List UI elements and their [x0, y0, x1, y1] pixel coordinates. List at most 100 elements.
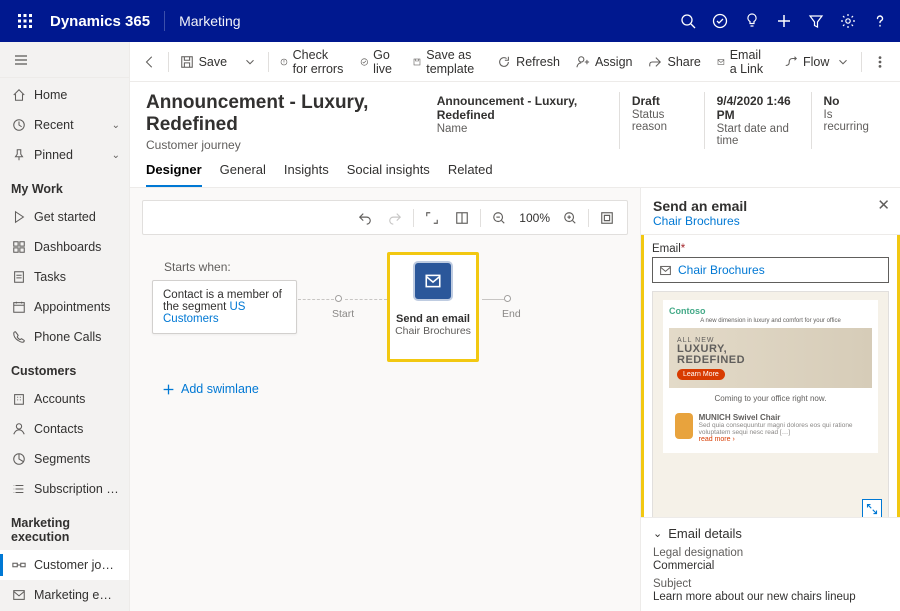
overflow-button[interactable]: [866, 47, 894, 77]
brand-label: Dynamics 365: [50, 13, 150, 30]
sidebar-item-phonecalls[interactable]: Phone Calls: [0, 322, 129, 352]
cmd-label: Save: [199, 55, 228, 69]
subject-label: Subject: [653, 578, 888, 590]
person-icon: [11, 422, 26, 436]
tab-designer[interactable]: Designer: [146, 162, 202, 187]
help-icon[interactable]: [864, 0, 896, 42]
preview-expand-button[interactable]: [862, 499, 882, 517]
tab-general[interactable]: General: [220, 162, 266, 187]
minimap-button[interactable]: [448, 204, 476, 232]
email-lookup-value: Chair Brochures: [678, 263, 765, 277]
task-list-icon: [11, 270, 26, 284]
journey-canvas[interactable]: Starts when: Contact is a member of the …: [142, 252, 628, 272]
sidebar-item-pinned[interactable]: Pinned⌄: [0, 140, 129, 170]
subject-value: Learn more about our new chairs lineup: [653, 591, 888, 603]
fullscreen-button[interactable]: [418, 204, 446, 232]
redo-button[interactable]: [381, 204, 409, 232]
sidebar-item-label: Phone Calls: [34, 330, 120, 344]
global-topbar: Dynamics 365 Marketing: [0, 0, 900, 42]
sitemap-sidebar: Home Recent⌄ Pinned⌄ My Work Get started…: [0, 42, 130, 611]
fit-button[interactable]: [593, 204, 621, 232]
close-icon[interactable]: ✕: [877, 196, 890, 214]
sidebar-item-label: Accounts: [34, 392, 120, 406]
cmd-label: Check for errors: [293, 48, 344, 76]
sidebar-item-sublists[interactable]: Subscription lists: [0, 474, 129, 504]
start-node[interactable]: [335, 295, 342, 302]
email-link-button[interactable]: Email a Link: [710, 47, 775, 77]
zoom-out-button[interactable]: [485, 204, 513, 232]
gear-icon[interactable]: [832, 0, 864, 42]
filter-icon[interactable]: [800, 0, 832, 42]
preview-cta: Learn More: [677, 369, 725, 380]
sidebar-item-journeys[interactable]: Customer journeys: [0, 550, 129, 580]
connector: [482, 299, 504, 300]
email-lookup-input[interactable]: Chair Brochures: [652, 257, 889, 283]
sidebar-item-appointments[interactable]: Appointments: [0, 292, 129, 322]
save-button[interactable]: Save: [173, 47, 235, 77]
sidebar-item-label: Recent: [34, 118, 104, 132]
sidebar-item-dashboards[interactable]: Dashboards: [0, 232, 129, 262]
sidebar-group-execution: Marketing execution: [0, 504, 129, 550]
email-details-section: ⌄Email details Legal designationCommerci…: [641, 517, 900, 611]
sidebar-item-accounts[interactable]: Accounts: [0, 384, 129, 414]
refresh-button[interactable]: Refresh: [490, 47, 567, 77]
cmd-label: Save as template: [426, 48, 481, 76]
golive-button[interactable]: Go live: [353, 47, 405, 77]
connector: [298, 299, 334, 300]
add-swimlane-button[interactable]: Add swimlane: [162, 382, 259, 396]
sidebar-item-home[interactable]: Home: [0, 80, 129, 110]
sidebar-toggle[interactable]: [0, 42, 129, 78]
task-icon[interactable]: [704, 0, 736, 42]
end-node-label: End: [502, 308, 521, 320]
tile-title: Send an email: [396, 313, 470, 325]
assign-button[interactable]: Assign: [569, 47, 640, 77]
tab-social[interactable]: Social insights: [347, 162, 430, 187]
tab-insights[interactable]: Insights: [284, 162, 329, 187]
section-toggle[interactable]: ⌄Email details: [653, 526, 888, 541]
sidebar-item-contacts[interactable]: Contacts: [0, 414, 129, 444]
save-template-button[interactable]: Save as template: [406, 47, 488, 77]
email-tile[interactable]: Send an email Chair Brochures: [387, 252, 479, 362]
legal-label: Legal designation: [653, 547, 888, 559]
check-errors-button[interactable]: Check for errors: [273, 47, 351, 77]
lightbulb-icon[interactable]: [736, 0, 768, 42]
module-label[interactable]: Marketing: [164, 11, 240, 31]
sidebar-item-label: Get started: [34, 210, 120, 224]
sidebar-item-segments[interactable]: Segments: [0, 444, 129, 474]
tile-subtitle: Chair Brochures: [395, 325, 471, 337]
sidebar-item-label: Contacts: [34, 422, 120, 436]
start-text: Contact is a member of the segment: [163, 289, 282, 313]
sidebar-item-emails[interactable]: Marketing emails: [0, 580, 129, 610]
start-condition-card[interactable]: Contact is a member of the segment US Cu…: [152, 280, 297, 334]
panel-record-link[interactable]: Chair Brochures: [653, 214, 888, 228]
sidebar-item-recent[interactable]: Recent⌄: [0, 110, 129, 140]
start-node-label: Start: [332, 308, 354, 320]
sidebar-item-label: Home: [34, 88, 120, 102]
zoom-in-button[interactable]: [556, 204, 584, 232]
cmd-label: Go live: [373, 48, 397, 76]
end-node[interactable]: [504, 295, 511, 302]
app-launcher-icon[interactable]: [4, 0, 46, 42]
mail-icon: [415, 263, 451, 299]
cmd-label: Flow: [803, 55, 829, 69]
sidebar-item-tasks[interactable]: Tasks: [0, 262, 129, 292]
back-button[interactable]: [136, 47, 164, 77]
search-icon[interactable]: [672, 0, 704, 42]
sidebar-item-label: Subscription lists: [34, 482, 120, 496]
calendar-icon: [11, 300, 26, 314]
sidebar-group-mywork: My Work: [0, 170, 129, 202]
add-icon[interactable]: [768, 0, 800, 42]
header-field-recurring: NoIs recurring: [811, 92, 884, 149]
sidebar-item-getstarted[interactable]: Get started: [0, 202, 129, 232]
undo-button[interactable]: [351, 204, 379, 232]
flow-button[interactable]: Flow: [777, 47, 857, 77]
tab-related[interactable]: Related: [448, 162, 493, 187]
cmd-label: Email a Link: [730, 48, 768, 76]
sidebar-item-label: Appointments: [34, 300, 120, 314]
save-chevron[interactable]: [236, 47, 264, 77]
phone-icon: [11, 330, 26, 344]
add-swimlane-label: Add swimlane: [181, 382, 259, 396]
clock-icon: [11, 118, 26, 132]
pin-icon: [11, 148, 26, 162]
share-button[interactable]: Share: [641, 47, 707, 77]
